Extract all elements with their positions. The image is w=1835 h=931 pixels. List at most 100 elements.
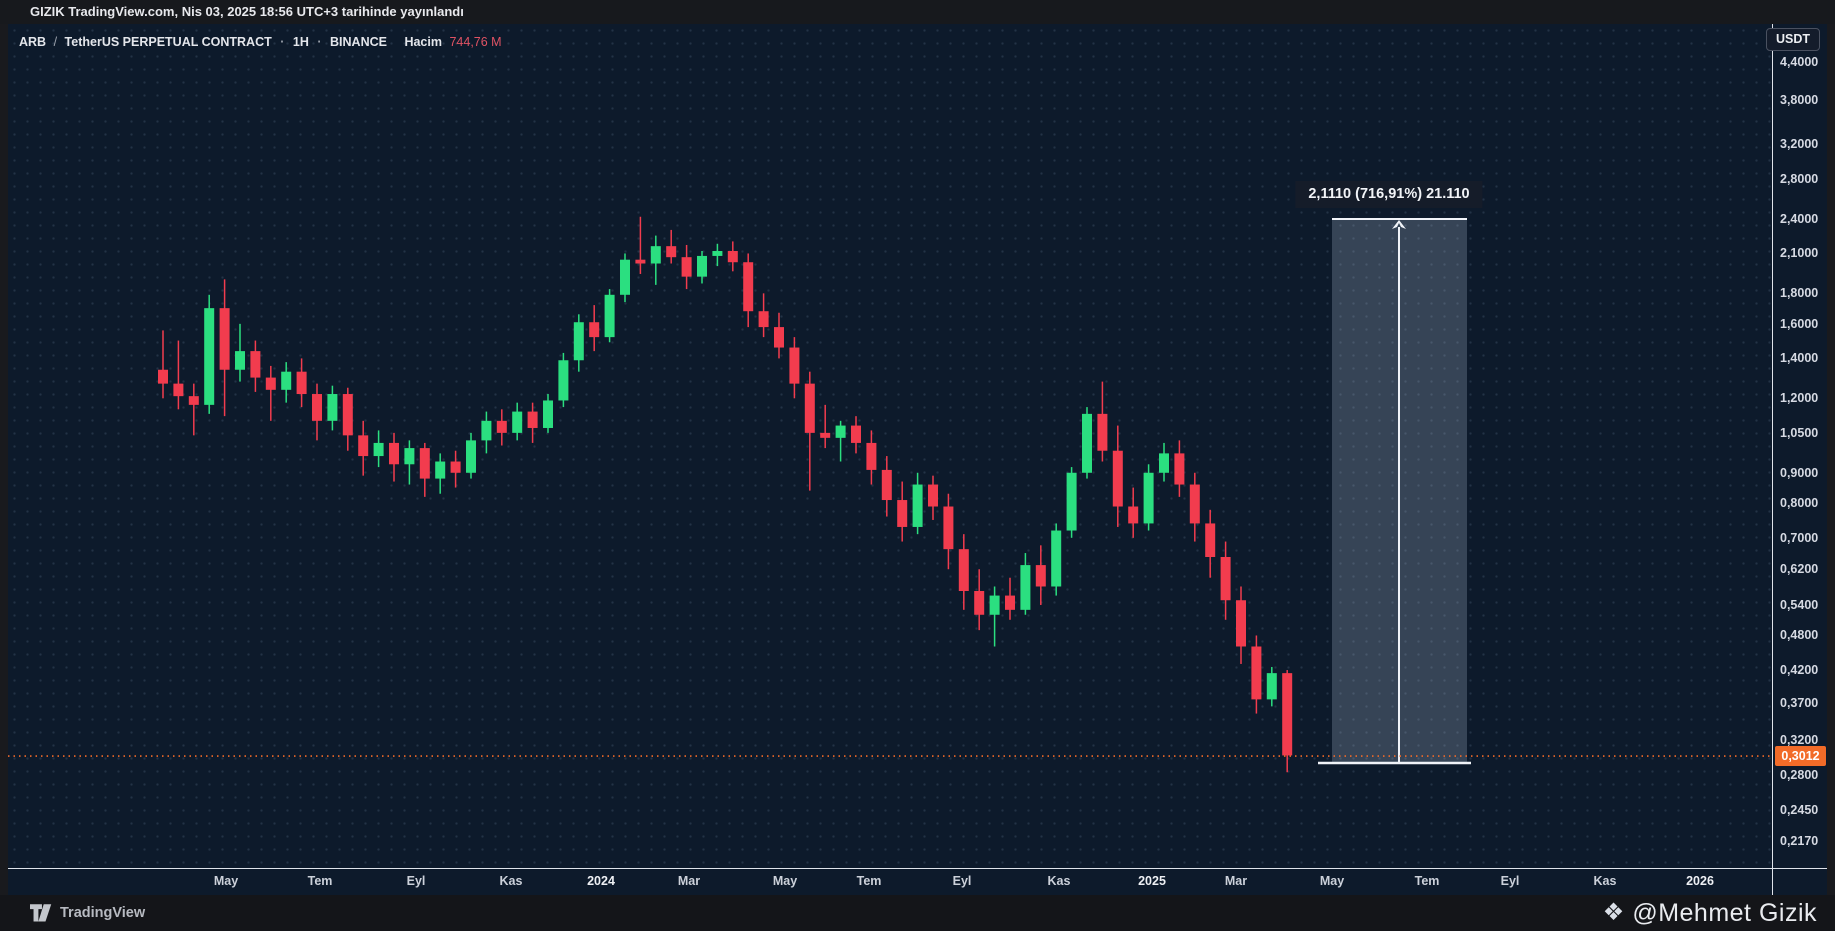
candle-body: [558, 360, 569, 401]
candle-body: [312, 394, 322, 421]
time-tick-month: Mar: [677, 874, 701, 888]
candle-body: [188, 396, 199, 405]
author-watermark: ❖ @Mehmet Gizik: [1603, 895, 1817, 931]
legend-description[interactable]: TetherUS PERPETUAL CONTRACT: [65, 35, 272, 49]
time-tick-month: Tem: [307, 874, 333, 888]
candle-body: [1189, 484, 1200, 524]
candle-body: [620, 259, 630, 295]
candle-body: [373, 442, 384, 457]
candle-body: [774, 327, 784, 348]
candle-body: [820, 432, 831, 438]
candle-body: [727, 251, 738, 263]
volume-label: Hacim: [404, 35, 442, 49]
candle-body: [466, 440, 476, 473]
candle-body: [1143, 472, 1154, 524]
time-tick-month: Eyl: [1500, 874, 1520, 888]
candle-body: [697, 255, 707, 277]
candle-body: [1159, 453, 1169, 473]
candle-body: [851, 425, 861, 443]
candle-body: [512, 411, 523, 433]
publish-info-text: GIZIK TradingView.com, Nis 03, 2025 18:5…: [30, 4, 464, 19]
time-tick-month: Eyl: [406, 874, 426, 888]
candle-body: [204, 308, 215, 405]
price-tick-label: 4,4000: [1780, 55, 1819, 69]
price-tick-label: 1,6000: [1780, 316, 1819, 331]
price-tick-label: 0,6200: [1780, 562, 1819, 577]
price-tick-label: 3,2000: [1780, 137, 1819, 152]
candle-body: [1236, 600, 1246, 647]
legend-symbol[interactable]: ARB: [19, 35, 46, 49]
candle-body: [265, 377, 276, 390]
candle-body: [1005, 595, 1015, 610]
candle-body: [989, 595, 1000, 615]
candle-body: [1220, 557, 1231, 601]
time-tick-month: Kas: [1047, 874, 1071, 888]
tradingview-published-chart: GIZIK TradingView.com, Nis 03, 2025 18:5…: [0, 0, 1835, 931]
candle-body: [1112, 450, 1123, 507]
time-tick-month: Eyl: [952, 874, 972, 888]
time-tick-year: 2026: [1686, 874, 1714, 888]
legend-separator: /: [53, 35, 58, 49]
time-tick-month: Tem: [856, 874, 882, 888]
candle-body: [1035, 565, 1046, 587]
tradingview-logo-link[interactable]: TradingView: [30, 903, 145, 923]
price-tick-label: 3,8000: [1780, 92, 1819, 107]
binance-diamond-icon: ❖: [1602, 899, 1625, 926]
price-tick-label: 0,2450: [1780, 802, 1819, 817]
symbol-legend[interactable]: ARB / TetherUS PERPETUAL CONTRACT · 1H ·…: [19, 32, 502, 52]
candle-body: [1097, 413, 1108, 451]
time-tick-month: Kas: [1593, 874, 1617, 888]
tradingview-logo-icon: [30, 903, 52, 921]
candle-body: [881, 469, 892, 501]
price-axis[interactable]: 0,3012 4,4000 3,8000 3,2000 2,8000 2,4000 2,1…: [1772, 24, 1827, 868]
price-plot-area[interactable]: [8, 24, 1772, 868]
price-tick-label: 0,2800: [1780, 767, 1819, 782]
candle-body: [1266, 673, 1277, 700]
candle-body: [928, 484, 938, 507]
candle-body: [589, 322, 600, 338]
time-tick-month: Mar: [1224, 874, 1248, 888]
time-axis-corner: [1772, 868, 1827, 895]
candle-body: [358, 435, 369, 457]
candle-body: [527, 411, 538, 428]
price-tick-label: 1,4000: [1780, 351, 1819, 366]
currency-toggle-button[interactable]: USDT: [1765, 28, 1820, 51]
candle-body: [866, 442, 877, 470]
candle-body: [1205, 523, 1216, 558]
candle-body: [435, 461, 446, 479]
candle-body: [342, 394, 353, 436]
legend-interval[interactable]: 1H: [293, 35, 309, 49]
author-handle: @Mehmet Gizik: [1632, 898, 1817, 927]
price-tick-label: 2,4000: [1780, 211, 1819, 226]
time-axis[interactable]: May Tem Eyl Kas 2024 Mar May Tem Eyl Kas 2025 Mar Ma…: [8, 868, 1772, 895]
footer-bar: TradingView ❖ @Mehmet Gizik: [0, 895, 1835, 931]
last-price-label: 0,3012: [1775, 746, 1826, 767]
candle-body: [543, 400, 553, 428]
price-tick-label: 0,4200: [1780, 663, 1819, 678]
price-tick-label: 0,3700: [1780, 695, 1819, 710]
candle-body: [496, 420, 507, 433]
legend-dot: ·: [280, 35, 285, 49]
price-tick-label: 0,8000: [1780, 496, 1819, 511]
volume-value: 744,76 M: [449, 35, 502, 49]
candle-body: [743, 262, 754, 312]
chart-pane: ARB / TetherUS PERPETUAL CONTRACT · 1H ·…: [8, 24, 1827, 895]
candle-body: [1128, 506, 1139, 524]
price-tick-label: 2,1000: [1780, 246, 1819, 261]
time-tick-year: 2024: [587, 874, 615, 888]
legend-exchange[interactable]: BINANCE: [330, 35, 387, 49]
candle-body: [1082, 413, 1092, 473]
candle-body: [758, 311, 769, 328]
candle-body: [666, 246, 677, 258]
candle-body: [958, 549, 969, 591]
price-tick-label: 0,7000: [1780, 530, 1819, 545]
candle-body: [1251, 646, 1262, 700]
price-tick-label: 0,4800: [1780, 628, 1819, 643]
legend-dot: ·: [317, 35, 322, 49]
candle-body: [635, 259, 646, 264]
candle-body: [835, 425, 846, 438]
candle-body: [912, 484, 923, 527]
candle-body: [1051, 530, 1062, 587]
candle-body: [650, 246, 661, 264]
candle-body: [296, 371, 307, 395]
